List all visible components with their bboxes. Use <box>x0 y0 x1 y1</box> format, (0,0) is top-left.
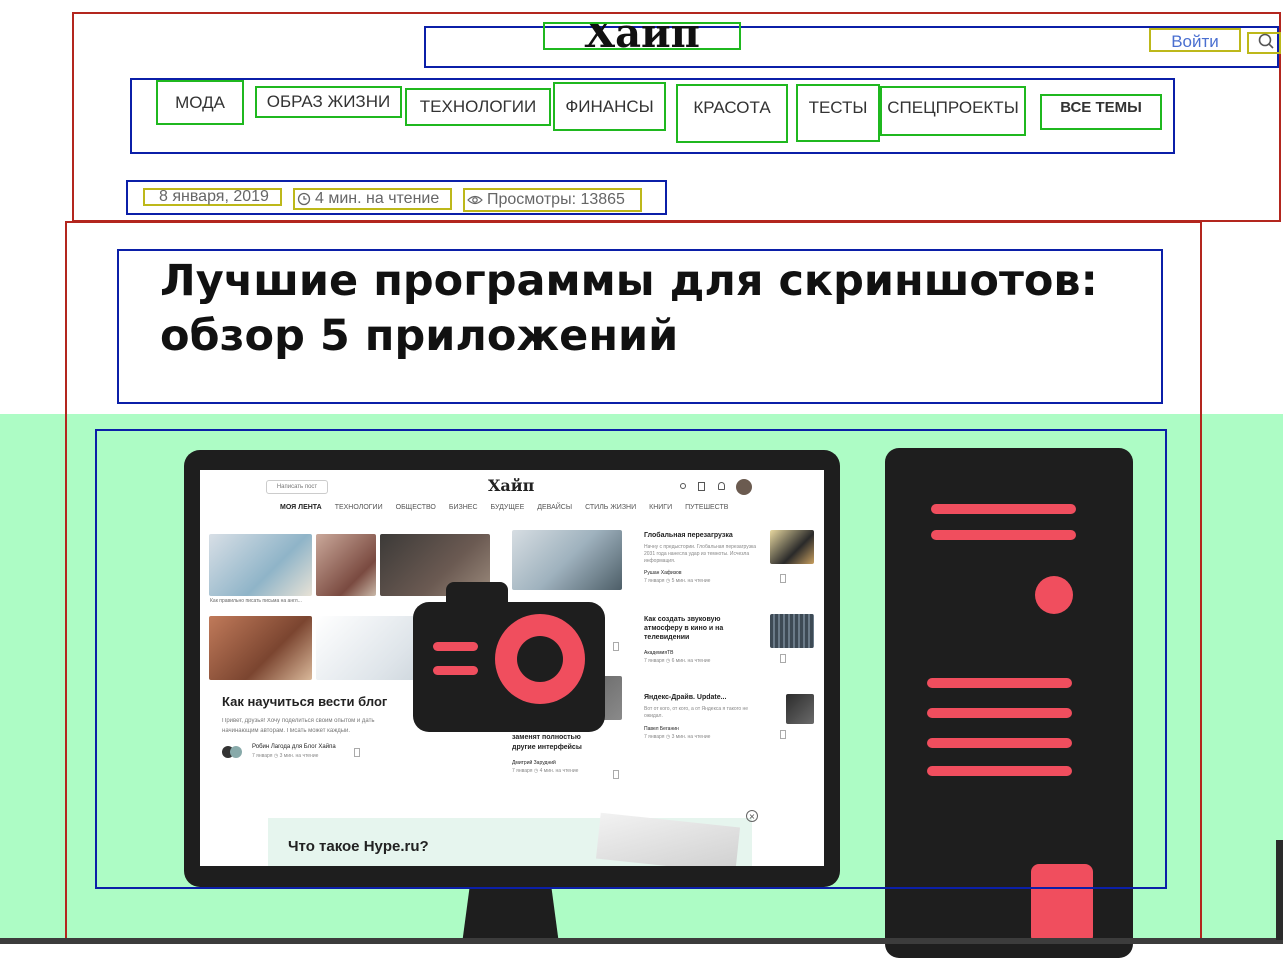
nav-item-fashion[interactable]: МОДА <box>156 80 244 125</box>
views-text: Просмотры: 13865 <box>487 191 625 208</box>
nav-item-finance[interactable]: ФИНАНСЫ <box>553 82 666 131</box>
search-icon <box>1258 33 1274 49</box>
nav-item-tests[interactable]: ТЕСТЫ <box>796 84 880 142</box>
search-button[interactable] <box>1247 32 1281 54</box>
nav-item-technology[interactable]: ТЕХНОЛОГИИ <box>405 88 551 126</box>
article-date: 8 января, 2019 <box>143 188 282 206</box>
date-text: 8 января, 2019 <box>159 188 269 205</box>
monitor-stand <box>462 886 559 944</box>
side-scroll-hint[interactable] <box>1276 840 1283 940</box>
clock-icon <box>297 192 311 206</box>
bottom-bar <box>0 938 1283 944</box>
nav-item-beauty[interactable]: КРАСОТА <box>676 84 788 143</box>
article-read-time: 4 мин. на чтение <box>293 188 452 210</box>
nav-item-special[interactable]: СПЕЦПРОЕКТЫ <box>880 86 1026 136</box>
site-logo[interactable]: Хайп <box>543 22 741 50</box>
eye-icon <box>467 195 483 205</box>
article-views: Просмотры: 13865 <box>463 188 642 212</box>
login-button[interactable]: Войти <box>1149 28 1241 52</box>
nav-item-all-topics[interactable]: ВСЕ ТЕМЫ <box>1040 94 1162 130</box>
article-title-line2: обзор 5 приложений <box>160 311 679 361</box>
article-title: Лучшие программы для скриншотов: обзор 5… <box>160 254 1160 370</box>
illustration-frame <box>95 429 1167 889</box>
read-time-text: 4 мин. на чтение <box>315 190 440 207</box>
article-title-line1: Лучшие программы для скриншотов: <box>160 256 1098 306</box>
nav-item-lifestyle[interactable]: ОБРАЗ ЖИЗНИ <box>255 86 402 118</box>
